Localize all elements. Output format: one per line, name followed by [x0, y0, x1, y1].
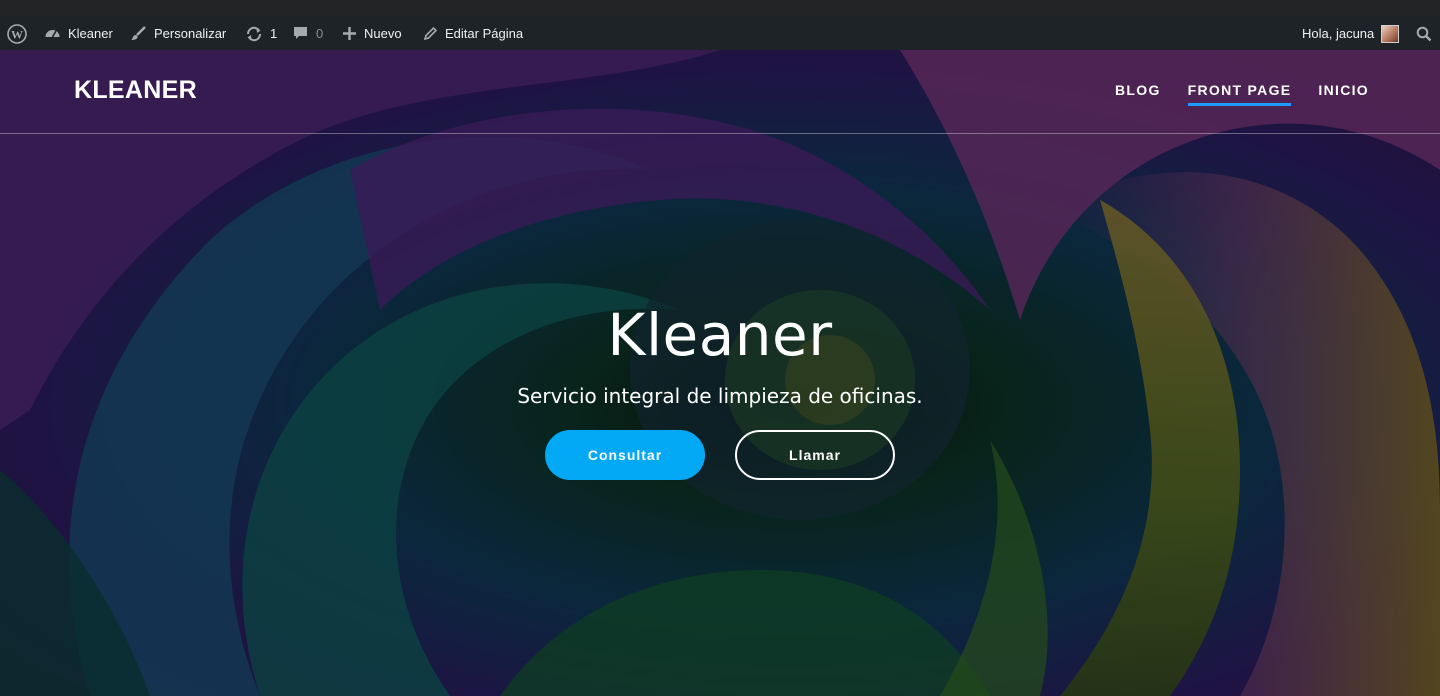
edit-page-label: Editar Página [445, 26, 524, 41]
wordpress-icon: W [7, 23, 27, 44]
hero-content: Kleaner Servicio integral de limpieza de… [0, 300, 1440, 480]
pencil-icon [422, 26, 438, 42]
customize-label: Personalizar [154, 26, 227, 41]
new-label: Nuevo [364, 26, 402, 41]
greeting-label: Hola, jacuna [1302, 26, 1375, 41]
brush-icon [130, 25, 147, 42]
main-nav: BLOG FRONT PAGE INICIO [1115, 82, 1369, 106]
edit-page-menu[interactable]: Editar Página [422, 17, 523, 50]
window-top-strip [0, 0, 1440, 17]
account-menu[interactable]: Hola, jacuna [1302, 17, 1400, 50]
update-icon [245, 25, 263, 43]
avatar [1381, 24, 1400, 43]
plus-icon [342, 26, 357, 41]
site-title[interactable]: KLEANER [74, 76, 197, 105]
new-content-menu[interactable]: Nuevo [342, 17, 402, 50]
site-name-menu[interactable]: Kleaner [44, 17, 113, 50]
nav-item-front-page[interactable]: FRONT PAGE [1187, 82, 1292, 106]
wordpress-menu[interactable]: W [7, 17, 27, 50]
consultar-button[interactable]: Consultar [545, 430, 705, 480]
site-name-label: Kleaner [68, 26, 113, 41]
updates-count: 1 [270, 26, 278, 41]
nav-item-blog[interactable]: BLOG [1115, 82, 1161, 106]
hero-title: Kleaner [607, 301, 833, 369]
comment-icon [292, 25, 309, 42]
search-icon [1416, 26, 1432, 42]
dashboard-icon [44, 25, 61, 42]
hero-buttons: Consultar Llamar [0, 430, 1440, 480]
llamar-button[interactable]: Llamar [735, 430, 895, 480]
hero-subtitle: Servicio integral de limpieza de oficina… [517, 384, 923, 408]
customize-menu[interactable]: Personalizar [130, 17, 226, 50]
svg-text:W: W [11, 27, 23, 41]
updates-menu[interactable]: 1 [245, 17, 277, 50]
admin-bar: W Kleaner Personalizar 1 0 Nuevo Editar … [0, 17, 1440, 50]
comments-count: 0 [316, 26, 324, 41]
hero-section: KLEANER BLOG FRONT PAGE INICIO Kleaner S… [0, 50, 1440, 696]
nav-item-inicio[interactable]: INICIO [1318, 82, 1369, 106]
comments-menu[interactable]: 0 [292, 17, 323, 50]
site-header: KLEANER BLOG FRONT PAGE INICIO [0, 50, 1440, 134]
search-button[interactable] [1416, 17, 1432, 50]
